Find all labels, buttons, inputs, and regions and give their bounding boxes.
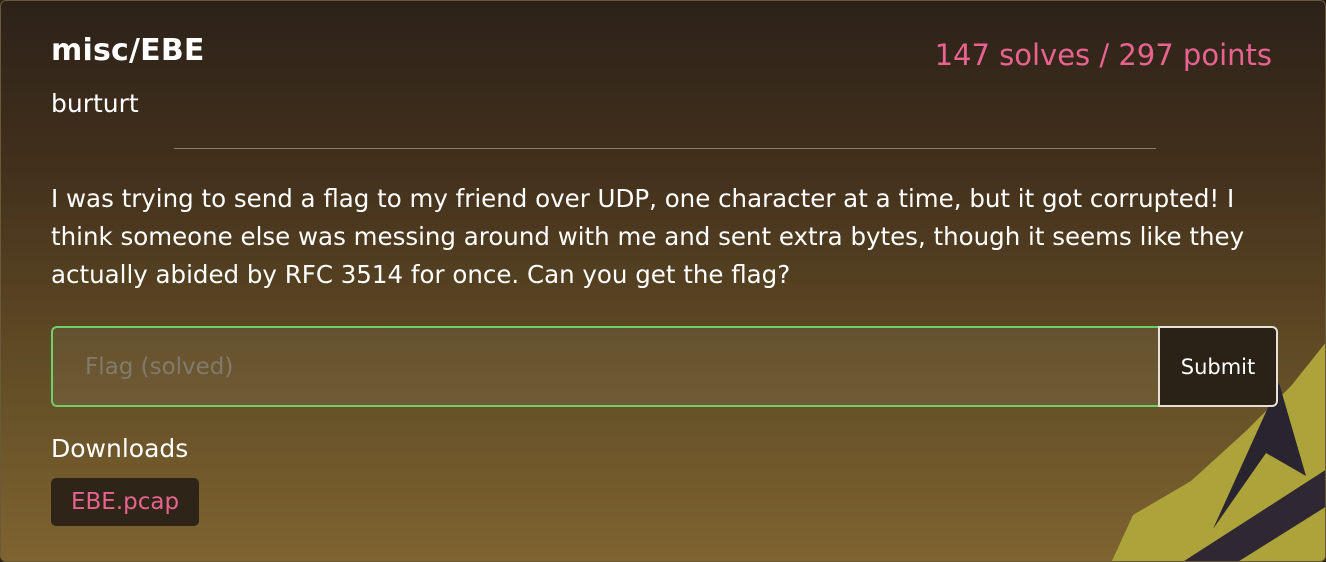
challenge-title: misc/EBE (51, 33, 205, 68)
divider (174, 148, 1156, 149)
download-link-ebe-pcap[interactable]: EBE.pcap (51, 478, 200, 526)
challenge-author: burturt (51, 89, 139, 118)
decorative-dark-stripe (1184, 470, 1325, 561)
flag-submit-form: Submit (51, 326, 1278, 407)
downloads-heading: Downloads (51, 434, 189, 463)
challenge-description: I was trying to send a flag to my friend… (51, 184, 1245, 289)
challenge-score: 147 solves / 297 points (934, 38, 1272, 72)
challenge-card: misc/EBE 147 solves / 297 points burturt… (0, 0, 1326, 562)
submit-button[interactable]: Submit (1158, 326, 1278, 407)
flag-input[interactable] (51, 326, 1159, 407)
